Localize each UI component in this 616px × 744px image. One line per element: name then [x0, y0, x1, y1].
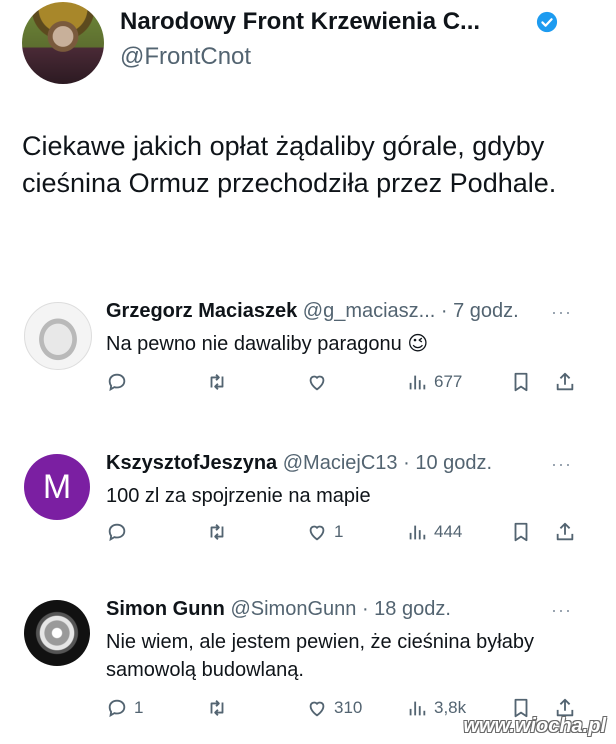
reply-time: · 7 godz. — [440, 300, 519, 322]
like-button[interactable] — [306, 370, 334, 394]
like-icon — [309, 375, 325, 391]
post-text: Ciekawe jakich opłat żądaliby górale, gd… — [22, 131, 557, 198]
reply-time: · 10 godz. — [403, 452, 493, 474]
reply-text: Na pewno nie dawaliby paragonu 😉 — [106, 333, 429, 355]
reply-author-name[interactable]: Grzegorz Maciaszek — [106, 300, 297, 322]
reply-meta: Simon Gunn @SimonGunn · 18 godz. — [106, 598, 451, 621]
retweet-button[interactable] — [206, 520, 234, 544]
like-icon — [309, 701, 325, 717]
bookmark-icon — [514, 522, 528, 542]
reply-button[interactable] — [106, 370, 134, 394]
share-icon — [556, 372, 574, 391]
share-button[interactable] — [554, 370, 576, 394]
retweet-icon — [210, 374, 224, 390]
more-icon[interactable]: ··· — [551, 454, 572, 475]
retweet-button[interactable] — [206, 696, 234, 720]
reply-button[interactable]: 1 — [106, 696, 143, 720]
reply-meta: KszysztofJeszyna @MaciejC13 · 10 godz. — [106, 452, 492, 475]
views-button[interactable]: 3,8k — [406, 696, 466, 720]
reply-actions: 1 444 — [106, 520, 586, 544]
watermark: www.wiocha.pl — [463, 715, 606, 737]
reply-icon — [108, 373, 126, 392]
share-button[interactable] — [554, 520, 576, 544]
reply-meta: Grzegorz Maciaszek @g_maciasz... · 7 god… — [106, 300, 519, 323]
reply-icon — [108, 523, 126, 542]
reply-author-handle[interactable]: @g_maciasz... — [303, 300, 436, 322]
reply-author-handle[interactable]: @SimonGunn — [230, 598, 356, 620]
reply-avatar[interactable] — [24, 302, 92, 370]
retweet-button[interactable] — [206, 370, 234, 394]
retweet-icon — [210, 524, 224, 540]
views-button[interactable]: 444 — [406, 520, 462, 544]
reply-author-name[interactable]: Simon Gunn — [106, 598, 225, 620]
author-avatar[interactable] — [22, 2, 104, 84]
reply-author-handle[interactable]: @MaciejC13 — [283, 452, 398, 474]
reply-author-name[interactable]: KszysztofJeszyna — [106, 452, 277, 474]
author-handle[interactable]: @FrontCnot — [120, 43, 251, 71]
views-icon — [409, 525, 426, 540]
reply-text: Nie wiem, ale jestem pewien, że cieśnina… — [106, 631, 534, 681]
bookmark-button[interactable] — [510, 370, 532, 394]
views-button[interactable]: 677 — [406, 370, 462, 394]
bookmark-icon — [514, 372, 528, 392]
like-button[interactable]: 310 — [306, 696, 362, 720]
reply-avatar[interactable] — [24, 600, 90, 666]
views-count: 3,8k — [434, 698, 467, 717]
like-icon — [309, 525, 325, 541]
reply-avatar[interactable]: M — [24, 454, 90, 520]
bookmark-button[interactable] — [510, 520, 532, 544]
reply-button[interactable] — [106, 520, 134, 544]
reply-text: 100 zl za spojrzenie na mapie — [106, 485, 371, 507]
reply-icon — [108, 699, 126, 718]
like-count: 1 — [334, 522, 344, 541]
views-count: 444 — [434, 522, 463, 541]
reply-time: · 18 godz. — [361, 598, 451, 620]
like-count: 310 — [334, 698, 363, 717]
author-name[interactable]: Narodowy Front Krzewienia C... — [120, 8, 480, 36]
retweet-icon — [210, 700, 224, 716]
views-count: 677 — [434, 372, 463, 391]
verified-badge-icon — [536, 11, 558, 33]
like-button[interactable]: 1 — [306, 520, 343, 544]
share-icon — [556, 522, 574, 541]
more-icon[interactable]: ··· — [551, 302, 572, 323]
reply-actions: 677 — [106, 370, 586, 394]
views-icon — [409, 375, 426, 390]
views-icon — [409, 701, 426, 716]
more-icon[interactable]: ··· — [551, 600, 572, 621]
reply-count: 1 — [134, 698, 144, 717]
